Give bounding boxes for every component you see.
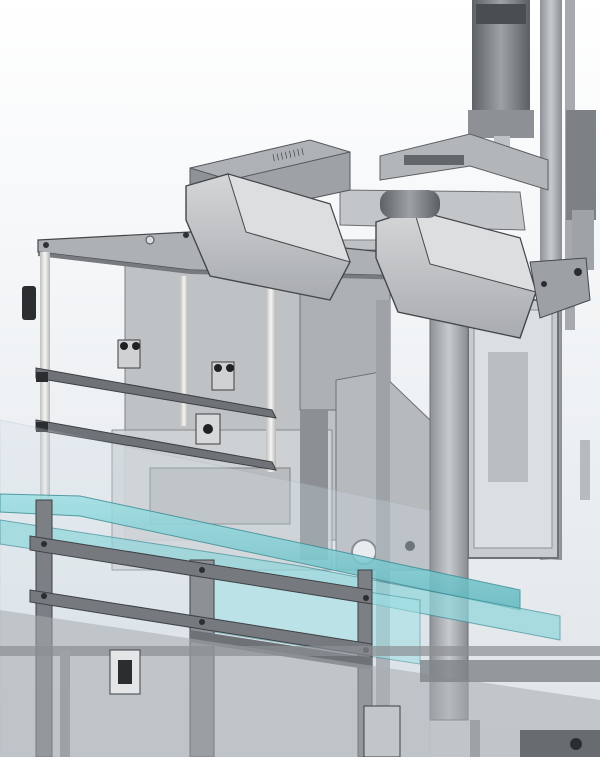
sensor-bracket-right[interactable]: [211, 361, 235, 391]
machine-assembly-render[interactable]: ||||||||: [0, 0, 600, 757]
roller-shaft: [380, 190, 440, 218]
rod-clamp-left-upper: [22, 286, 36, 320]
cad-assembly-viewport[interactable]: ||||||||: [0, 0, 600, 757]
clamp-block-lower[interactable]: [195, 413, 221, 445]
sensor-bracket-left[interactable]: [117, 339, 141, 369]
end-mount-plate: [529, 257, 591, 319]
